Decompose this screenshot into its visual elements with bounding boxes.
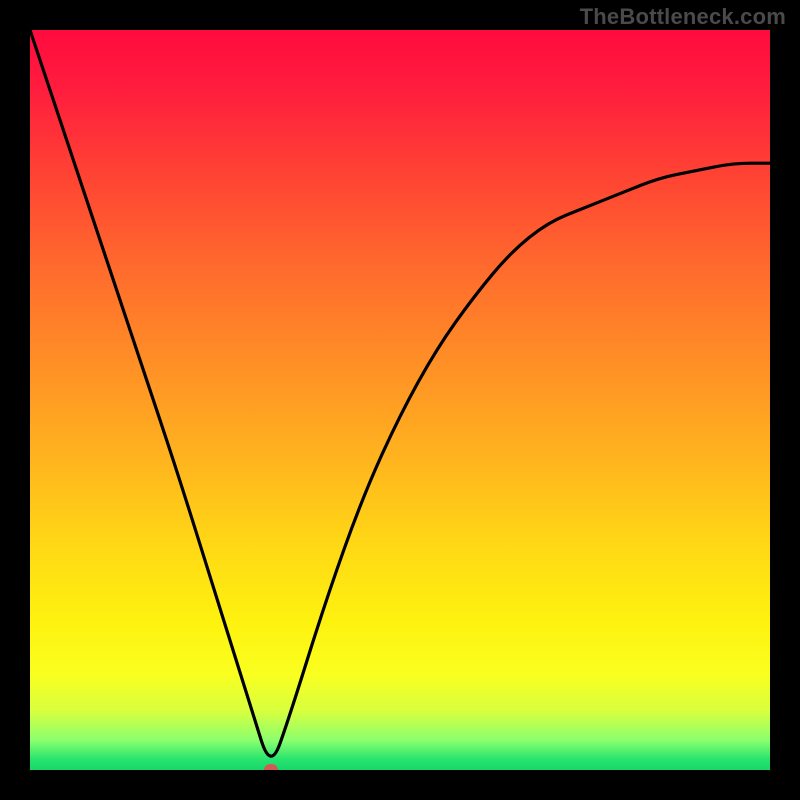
plot-area	[30, 30, 770, 770]
minimum-marker	[264, 764, 278, 770]
bottleneck-curve	[30, 30, 770, 770]
watermark: TheBottleneck.com	[580, 4, 786, 30]
chart-frame: TheBottleneck.com	[0, 0, 800, 800]
